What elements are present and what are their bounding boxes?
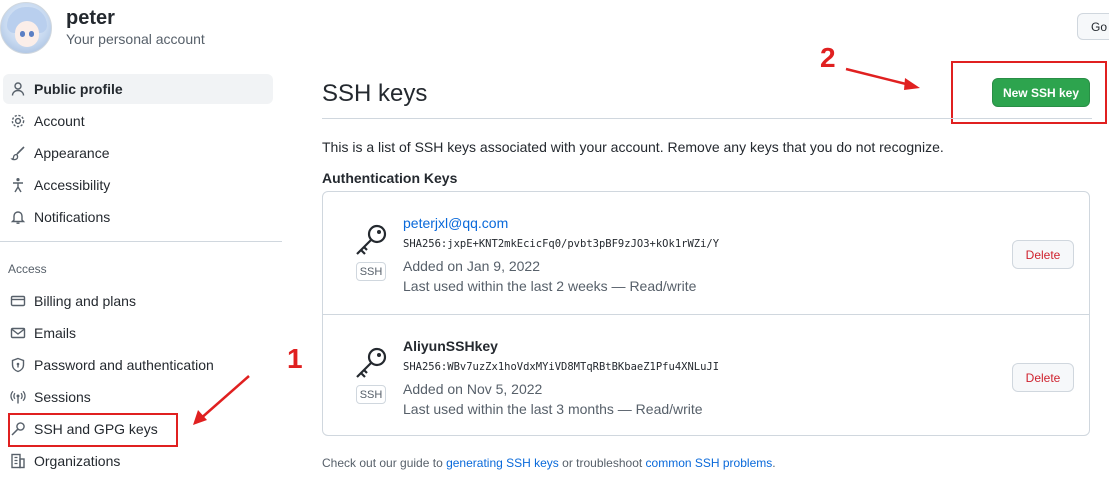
key-title: AliyunSSHkey — [403, 338, 498, 354]
ssh-key-row: SSH AliyunSSHkey SHA256:WBv7uzZx1hoVdxMY… — [323, 314, 1089, 435]
ssh-key-list: SSH peterjxl@qq.com SHA256:jxpE+KNT2mkEc… — [322, 191, 1090, 436]
paintbrush-icon — [9, 144, 27, 162]
gear-icon — [9, 112, 27, 130]
sidebar-item-label: Sessions — [34, 389, 91, 405]
key-icon — [353, 345, 389, 381]
ssh-badge: SSH — [356, 385, 386, 404]
title-divider — [322, 118, 1092, 119]
accessibility-icon — [9, 176, 27, 194]
footer-text: or troubleshoot — [558, 456, 646, 470]
sidebar-item-label: Appearance — [34, 145, 110, 161]
key-fingerprint: SHA256:jxpE+KNT2mkEcicFq0/pvbt3pBF9zJO3+… — [403, 238, 720, 250]
sidebar-section-access: Access — [8, 262, 47, 276]
common-ssh-problems-link[interactable]: common SSH problems — [646, 456, 773, 470]
sidebar-item-accessibility[interactable]: Accessibility — [3, 170, 273, 200]
bell-icon — [9, 208, 27, 226]
key-title: peterjxl@qq.com — [403, 215, 509, 231]
key-fingerprint: SHA256:WBv7uzZx1hoVdxMYiVD8MTqRBtBKbaeZ1… — [403, 361, 720, 373]
footer-text: . — [772, 456, 776, 470]
footer-text: Check out our guide to — [322, 456, 447, 470]
sidebar-divider — [0, 241, 282, 242]
ssh-badge: SSH — [356, 262, 386, 281]
sidebar-item-organizations[interactable]: Organizations — [3, 446, 273, 476]
annotation-arrow-2-icon — [845, 67, 920, 90]
key-last-used: Last used within the last 2 weeks — Read… — [403, 278, 697, 294]
sidebar-item-label: Public profile — [34, 81, 123, 97]
footer-help-text: Check out our guide to generating SSH ke… — [322, 456, 776, 470]
sidebar-item-account[interactable]: Account — [3, 106, 273, 136]
annotation-number-2: 2 — [820, 42, 836, 73]
key-last-used: Last used within the last 3 months — Rea… — [403, 401, 703, 417]
sidebar-item-label: Billing and plans — [34, 293, 136, 309]
sidebar-item-public-profile[interactable]: Public profile — [3, 74, 273, 104]
page-title: SSH keys — [322, 80, 428, 107]
credit-card-icon — [9, 292, 27, 310]
key-icon — [353, 222, 389, 258]
avatar[interactable] — [0, 2, 52, 54]
shield-lock-icon — [9, 356, 27, 374]
mail-icon — [9, 324, 27, 342]
broadcast-icon — [9, 388, 27, 406]
sidebar-item-label: Emails — [34, 325, 77, 341]
annotation-arrow-1-icon — [193, 375, 250, 425]
key-added-date: Added on Nov 5, 2022 — [403, 381, 543, 397]
new-ssh-key-button[interactable]: New SSH key — [992, 78, 1090, 107]
person-icon — [9, 80, 27, 98]
delete-key-button[interactable]: Delete — [1012, 240, 1074, 269]
authentication-keys-heading: Authentication Keys — [322, 170, 458, 186]
sidebar-item-notifications[interactable]: Notifications — [3, 202, 273, 232]
sidebar-item-label: Organizations — [34, 453, 121, 469]
delete-key-button[interactable]: Delete — [1012, 363, 1074, 392]
sidebar-item-appearance[interactable]: Appearance — [3, 138, 273, 168]
ssh-key-row: SSH peterjxl@qq.com SHA256:jxpE+KNT2mkEc… — [323, 192, 1089, 313]
organization-icon — [9, 452, 27, 470]
go-to-profile-button[interactable]: Go — [1077, 13, 1109, 40]
sidebar-item-label: Account — [34, 113, 85, 129]
sidebar-item-billing[interactable]: Billing and plans — [3, 286, 273, 316]
account-subtitle: Your personal account — [66, 31, 205, 47]
sidebar-item-label: Accessibility — [34, 177, 111, 193]
generating-ssh-keys-link[interactable]: generating SSH keys — [446, 456, 559, 470]
page-description: This is a list of SSH keys associated wi… — [322, 139, 944, 155]
annotation-number-1: 1 — [287, 343, 303, 374]
sidebar-item-label: Notifications — [34, 209, 111, 225]
sidebar-item-emails[interactable]: Emails — [3, 318, 273, 348]
annotation-highlight-ssh-gpg — [8, 413, 178, 447]
key-added-date: Added on Jan 9, 2022 — [403, 258, 541, 274]
username[interactable]: peter — [66, 7, 115, 30]
